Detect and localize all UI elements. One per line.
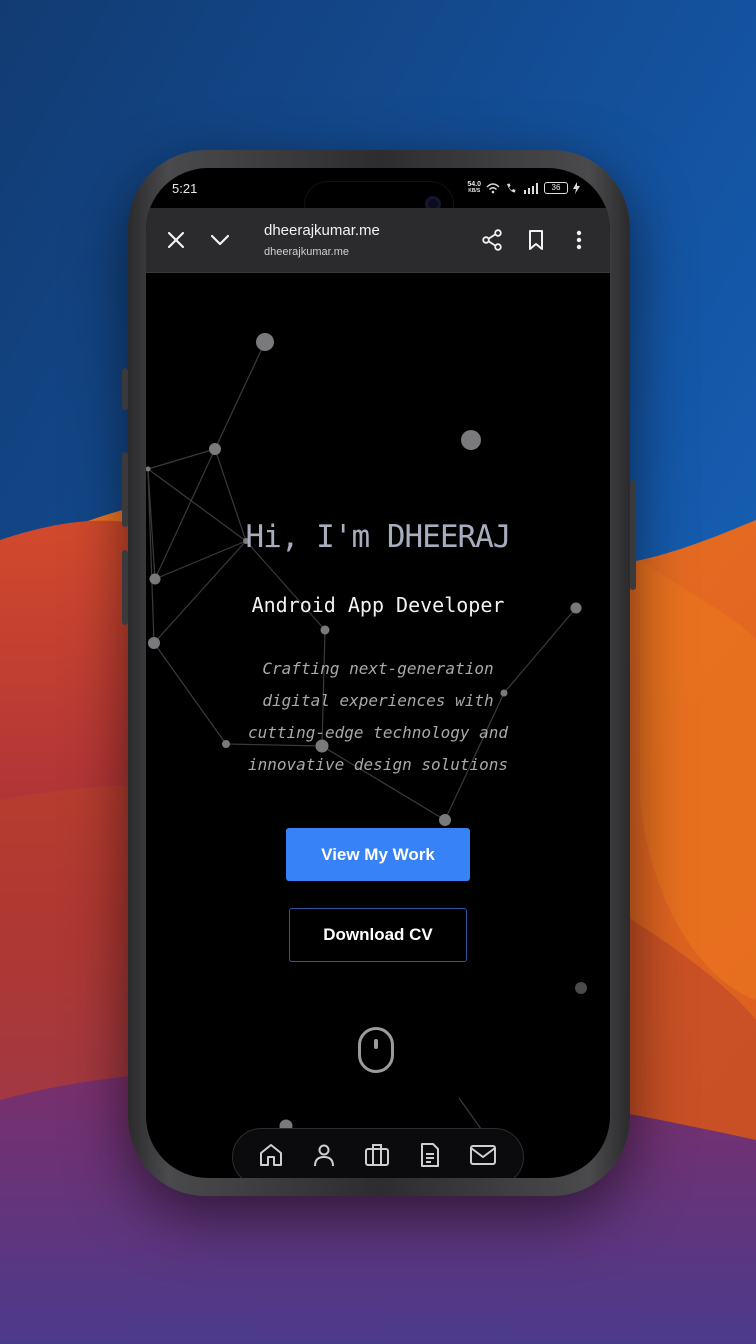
share-icon bbox=[482, 229, 502, 251]
page-title: dheerajkumar.me bbox=[264, 222, 380, 239]
web-page: Hi, I'm DHEERAJ Android App Developer Cr… bbox=[146, 273, 610, 1178]
nav-home[interactable] bbox=[257, 1141, 285, 1169]
status-time: 5:21 bbox=[172, 181, 198, 196]
chevron-down-icon bbox=[210, 234, 230, 246]
home-icon bbox=[260, 1144, 282, 1166]
wifi-icon bbox=[486, 183, 500, 194]
mouse-icon bbox=[358, 1027, 394, 1073]
url-text[interactable]: dheerajkumar.me bbox=[264, 246, 349, 258]
hero-description: Crafting next-generation digital experie… bbox=[247, 659, 509, 774]
nav-about[interactable] bbox=[310, 1141, 338, 1169]
user-icon bbox=[314, 1144, 334, 1167]
action-button bbox=[122, 368, 128, 410]
more-menu-button[interactable] bbox=[567, 228, 591, 252]
close-button[interactable] bbox=[164, 228, 188, 252]
call-icon bbox=[507, 183, 516, 193]
status-indicators: 54.0 KB/S 36 bbox=[467, 180, 580, 196]
download-cv-button[interactable]: Download CV bbox=[289, 908, 467, 962]
signal-icon bbox=[524, 182, 538, 194]
close-icon bbox=[167, 231, 185, 249]
battery-indicator: 36 bbox=[544, 182, 568, 194]
briefcase-icon bbox=[365, 1144, 389, 1166]
more-vertical-icon bbox=[576, 230, 582, 250]
mouse-wheel bbox=[374, 1039, 378, 1049]
view-my-work-button[interactable]: View My Work bbox=[286, 828, 470, 881]
mail-icon bbox=[470, 1145, 496, 1165]
volume-down-button bbox=[122, 550, 128, 625]
network-speed: 54.0 KB/S bbox=[467, 181, 481, 195]
bookmark-button[interactable] bbox=[524, 228, 548, 252]
volume-up-button bbox=[122, 452, 128, 527]
power-button bbox=[630, 480, 636, 590]
browser-toolbar: dheerajkumar.me dheerajkumar.me bbox=[146, 208, 610, 273]
hero-subtitle: Android App Developer bbox=[251, 593, 505, 617]
network-speed-unit: KB/S bbox=[468, 188, 481, 194]
bottom-nav bbox=[232, 1128, 524, 1178]
nav-projects[interactable] bbox=[363, 1141, 391, 1169]
bookmark-icon bbox=[529, 230, 543, 250]
share-button[interactable] bbox=[480, 228, 504, 252]
document-icon bbox=[421, 1143, 439, 1167]
nav-contact[interactable] bbox=[469, 1141, 497, 1169]
status-bar: 5:21 54.0 KB/S 36 bbox=[146, 168, 610, 228]
nav-resume[interactable] bbox=[416, 1141, 444, 1169]
charging-icon bbox=[573, 182, 580, 194]
hero-title: Hi, I'm DHEERAJ bbox=[245, 519, 512, 555]
phone-screen: 5:21 54.0 KB/S 36 dheerajkumar.me dheera… bbox=[146, 168, 610, 1178]
minimize-button[interactable] bbox=[208, 228, 232, 252]
network-speed-value: 54.0 bbox=[467, 181, 481, 188]
